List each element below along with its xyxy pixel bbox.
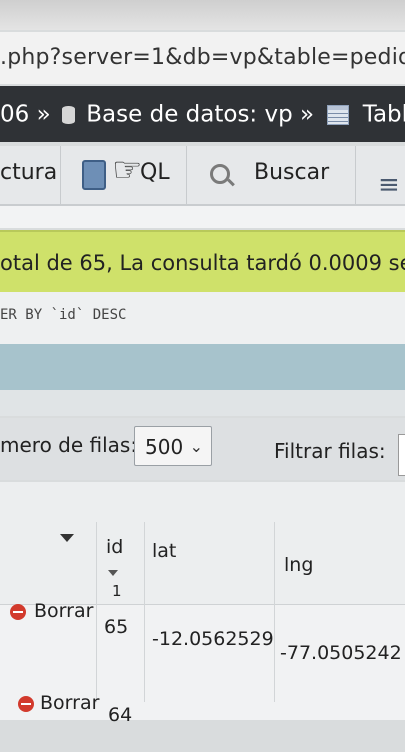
column-header-lat[interactable]: lat: [152, 540, 176, 562]
options-band: [0, 344, 405, 390]
delete-icon[interactable]: [10, 604, 26, 620]
tab-structure-label: ctura: [0, 160, 58, 185]
database-icon: [61, 105, 75, 124]
breadcrumb-separator: »: [300, 101, 315, 128]
rows-label: mero de filas:: [0, 433, 138, 457]
filter-rows-input[interactable]: [398, 434, 405, 476]
breadcrumb: 06 » Base de datos: vp » Tabla: pe: [0, 86, 405, 142]
table-header: id 1 lat lng: [0, 482, 405, 605]
insert-icon: ≡: [378, 170, 400, 200]
screen-bezel: [0, 0, 405, 30]
breadcrumb-database[interactable]: Base de datos: vp: [86, 102, 292, 128]
table-row: Borrar 64: [0, 682, 405, 752]
tab-insert[interactable]: ≡: [358, 146, 405, 204]
table-row: Borrar 65 -12.0562529 -77.0505242: [0, 600, 405, 674]
message-text: otal de 65, La consulta tardó 0.0009 seg…: [0, 251, 405, 275]
results-table: id 1 lat lng Borrar 65 -12.0562529 -77.0…: [0, 482, 405, 726]
sort-desc-icon: [108, 570, 118, 576]
rows-select[interactable]: 500 ⌄: [134, 426, 212, 466]
cell-id: 64: [108, 704, 133, 726]
tab-structure[interactable]: ctura: [0, 146, 61, 204]
rows-select-value: 500: [145, 435, 184, 459]
url-text: .php?server=1&db=vp&table=pedid: [0, 45, 405, 70]
address-bar[interactable]: .php?server=1&db=vp&table=pedid: [0, 32, 405, 84]
column-header-lng[interactable]: lng: [284, 554, 313, 576]
delete-link[interactable]: Borrar: [34, 600, 93, 622]
search-icon: [210, 164, 230, 184]
spacer: [0, 206, 405, 228]
breadcrumb-server[interactable]: 06 »: [0, 102, 51, 128]
sort-order-indicator: 1: [112, 582, 122, 600]
delete-icon[interactable]: [18, 696, 34, 712]
query-success-message: otal de 65, La consulta tardó 0.0009 seg…: [0, 230, 405, 294]
filter-rows-label: Filtrar filas:: [274, 439, 386, 463]
hand-cursor-icon: ☞: [112, 150, 143, 190]
table-icon: [327, 104, 350, 125]
tab-sql-label: QL: [140, 160, 170, 185]
sql-icon: [82, 160, 106, 190]
table-controls: mero de filas: 500 ⌄ Filtrar filas:: [0, 418, 405, 480]
sql-text: ER BY `id` DESC: [0, 307, 127, 323]
delete-link[interactable]: Borrar: [40, 692, 99, 714]
breadcrumb-table[interactable]: Tabla: pe: [363, 102, 405, 128]
cell-lng: -77.0505242: [280, 642, 402, 664]
tab-bar: ctura QL Buscar ≡: [0, 146, 405, 206]
sql-query-box: ER BY `id` DESC: [0, 292, 405, 344]
options-band-lower: [0, 390, 405, 416]
chevron-down-icon: ⌄: [189, 437, 203, 456]
tab-search[interactable]: Buscar: [188, 146, 356, 204]
column-header-id[interactable]: id: [106, 536, 123, 558]
tab-search-label: Buscar: [254, 160, 330, 185]
cell-id: 65: [104, 616, 129, 638]
sort-toggle-icon[interactable]: [60, 534, 74, 542]
cell-lat: -12.0562529: [152, 628, 274, 650]
